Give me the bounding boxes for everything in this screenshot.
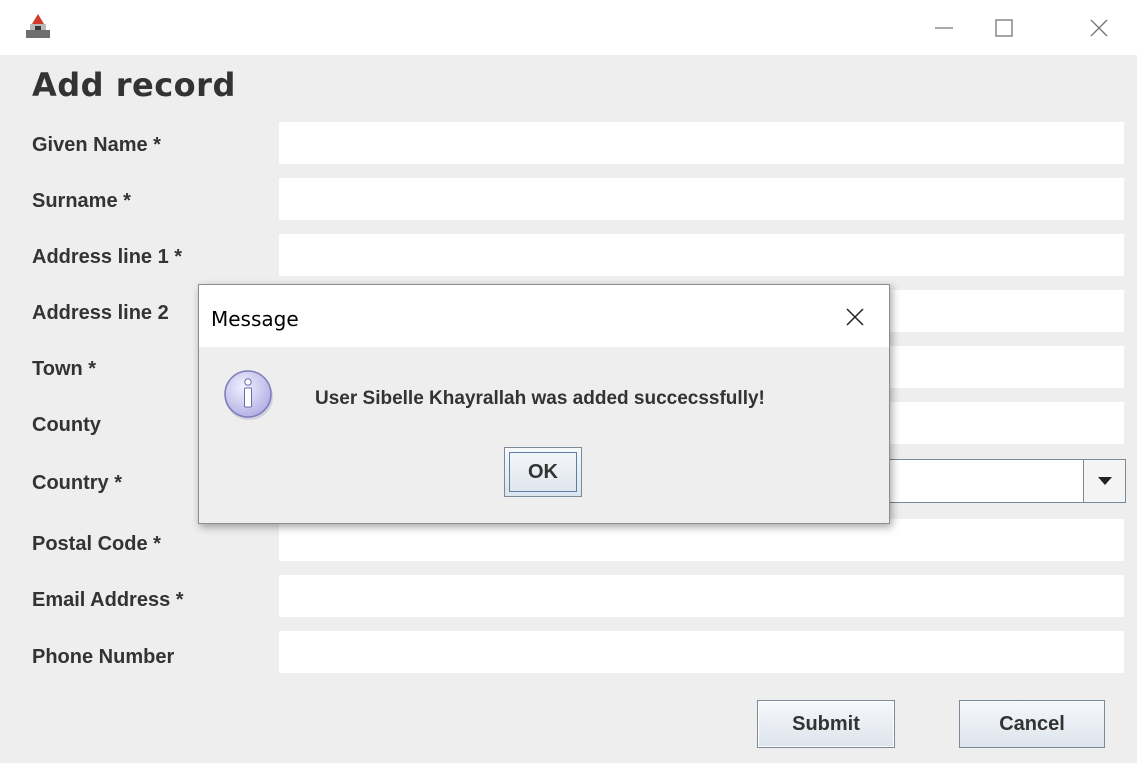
minimize-icon bbox=[935, 26, 953, 29]
email-address-input[interactable] bbox=[279, 575, 1124, 617]
phone-number-input[interactable] bbox=[279, 631, 1124, 673]
email-address-label: Email Address * bbox=[32, 589, 184, 611]
minimize-button[interactable] bbox=[920, 0, 968, 55]
phone-number-label: Phone Number bbox=[32, 646, 175, 668]
given-name-input[interactable] bbox=[279, 122, 1124, 164]
address-line-1-label: Address line 1 * bbox=[32, 246, 183, 268]
cancel-button[interactable]: Cancel bbox=[959, 700, 1105, 748]
postal-code-input[interactable] bbox=[279, 519, 1124, 561]
close-button[interactable] bbox=[1075, 0, 1123, 55]
maximize-button[interactable] bbox=[980, 0, 1028, 55]
chevron-down-icon bbox=[1097, 477, 1112, 485]
close-icon bbox=[846, 308, 864, 326]
close-icon bbox=[1090, 19, 1108, 36]
window-titlebar bbox=[0, 0, 1137, 55]
java-app-icon bbox=[26, 14, 50, 38]
surname-input[interactable] bbox=[279, 178, 1124, 220]
dialog-titlebar: Message bbox=[199, 285, 889, 347]
submit-button[interactable]: Submit bbox=[757, 700, 895, 748]
address-line-2-label: Address line 2 bbox=[32, 302, 169, 324]
county-label: County bbox=[32, 414, 101, 436]
address-line-1-input[interactable] bbox=[279, 234, 1124, 276]
ok-button-label: OK bbox=[528, 460, 558, 483]
dialog-close-button[interactable] bbox=[837, 299, 873, 335]
country-label: Country * bbox=[32, 472, 122, 494]
country-dropdown-button[interactable] bbox=[1083, 460, 1125, 502]
info-icon bbox=[224, 370, 273, 420]
ok-button[interactable]: OK bbox=[504, 447, 582, 497]
page-title: Add record bbox=[32, 66, 236, 104]
maximize-icon bbox=[995, 18, 1013, 37]
surname-label: Surname * bbox=[32, 190, 131, 212]
postal-code-label: Postal Code * bbox=[32, 533, 161, 555]
dialog-message: User Sibelle Khayrallah was added succec… bbox=[315, 388, 765, 409]
town-label: Town * bbox=[32, 358, 97, 380]
message-dialog: Message User Sibelle Khayrallah was adde… bbox=[198, 284, 890, 524]
dialog-title: Message bbox=[211, 307, 299, 331]
given-name-label: Given Name * bbox=[32, 134, 161, 156]
